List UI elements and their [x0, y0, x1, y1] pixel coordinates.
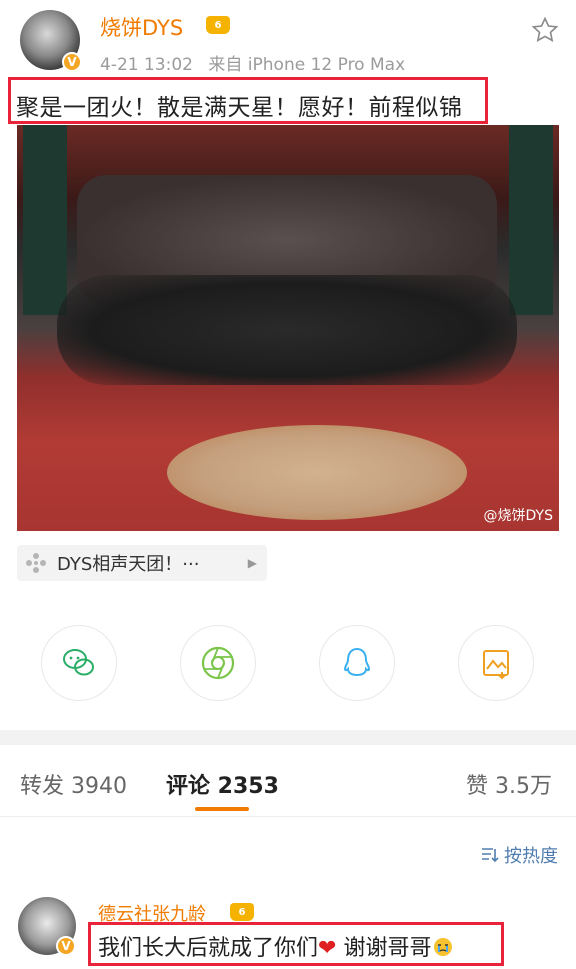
- heart-emoji-icon: ❤: [318, 936, 337, 961]
- chevron-right-icon: ▶: [247, 556, 257, 570]
- star-follow-icon[interactable]: [530, 15, 560, 45]
- post-text: 聚是一团火！散是满天星！愿好！前程似锦: [16, 95, 463, 121]
- post-author-name[interactable]: 烧饼DYS: [100, 12, 183, 42]
- sort-icon: [480, 845, 500, 865]
- moments-shutter-icon: [201, 646, 235, 680]
- topic-pinwheel-icon: [25, 552, 47, 574]
- comment-text-main: 我们长大后就成了你们: [98, 936, 319, 961]
- post-time: 4-21 13:02: [100, 55, 193, 75]
- vip-crown-icon: 6: [206, 16, 230, 34]
- crying-emoji-icon: [433, 937, 453, 957]
- save-image-icon: [483, 650, 509, 680]
- topic-label: DYS相声天团！···: [57, 554, 200, 575]
- tabs-divider: [0, 816, 576, 817]
- wechat-share-button[interactable]: [41, 625, 117, 701]
- wechat-icon: [63, 649, 94, 676]
- moments-share-button[interactable]: [180, 625, 256, 701]
- comment-text: 我们长大后就成了你们❤ 谢谢哥哥: [98, 930, 453, 962]
- photo-columns: [17, 125, 559, 531]
- tab-comments[interactable]: 评论 2353: [166, 768, 279, 800]
- post-meta: 4-21 13:02 来自 iPhone 12 Pro Max: [100, 50, 405, 75]
- post-photo[interactable]: @烧饼DYS: [17, 125, 559, 531]
- sort-label: 按热度: [504, 846, 558, 867]
- comment-vip-crown-icon: 6: [230, 903, 254, 921]
- verified-badge-icon: V: [62, 52, 82, 72]
- section-separator: [0, 730, 576, 745]
- photo-watermark: @烧饼DYS: [483, 508, 553, 524]
- comment-verified-badge-icon: V: [56, 936, 76, 956]
- tab-likes[interactable]: 赞 3.5万: [466, 768, 552, 800]
- qq-share-button[interactable]: [319, 625, 395, 701]
- qq-penguin-icon: [343, 647, 371, 677]
- topic-chip[interactable]: DYS相声天团！··· ▶: [17, 545, 267, 581]
- save-image-button[interactable]: [458, 625, 534, 701]
- post-source: 来自 iPhone 12 Pro Max: [208, 55, 406, 75]
- sort-by-hot-button[interactable]: 按热度: [480, 842, 558, 868]
- comment-text-thanks: 谢谢哥哥: [336, 936, 432, 961]
- tab-repost[interactable]: 转发 3940: [20, 768, 127, 800]
- active-tab-indicator: [195, 807, 249, 811]
